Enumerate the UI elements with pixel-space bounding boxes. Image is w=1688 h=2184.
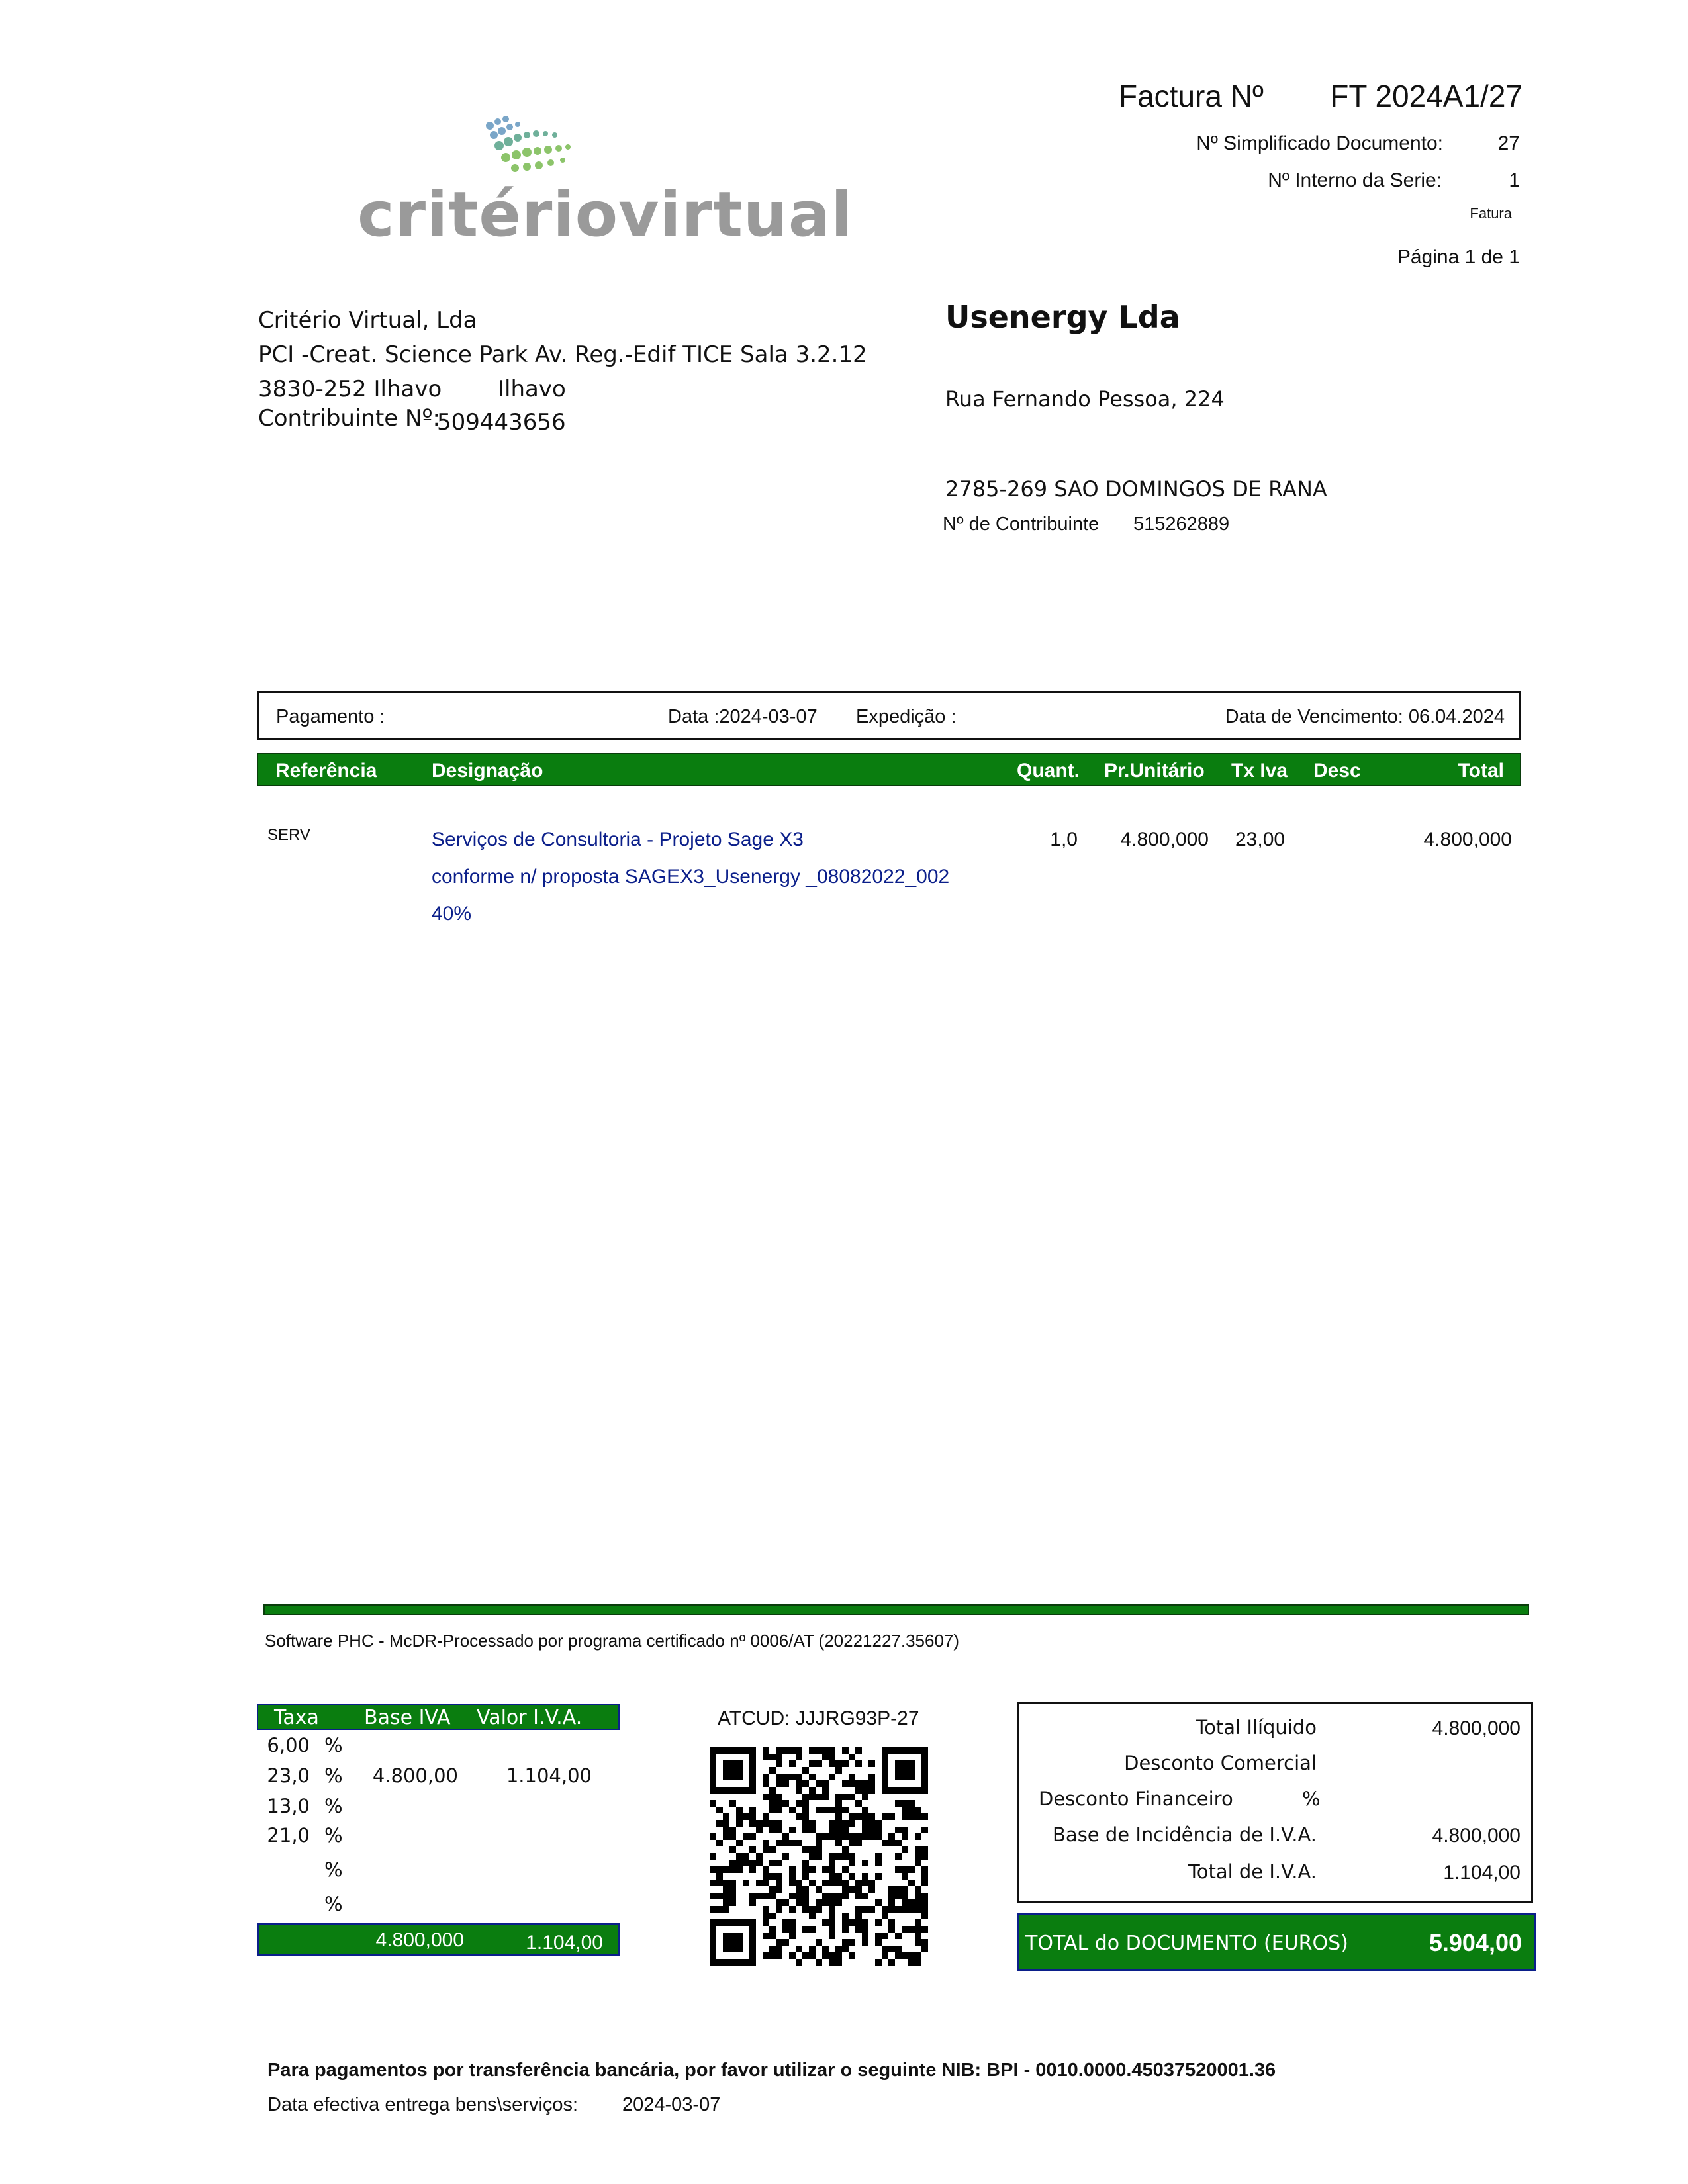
col-vat: Tx Iva (1231, 760, 1288, 782)
vat-base-value: 4.800,000 (1432, 1825, 1521, 1846)
seller-city: Ilhavo (498, 376, 566, 402)
vat-summary-header: Taxa Base IVA Valor I.V.A. (257, 1704, 620, 1730)
due-date: Data de Vencimento: 06.04.2024 (1225, 706, 1505, 727)
net-total-label: Total Ilíquido (1196, 1716, 1317, 1739)
col-total: Total (1458, 760, 1504, 782)
vat-rate: 13,0 (267, 1795, 310, 1817)
seller-nif: 509443656 (437, 409, 566, 435)
seller-name: Critério Virtual, Lda (258, 307, 477, 334)
item-description-line-1: Serviços de Consultoria - Projeto Sage X… (432, 829, 804, 850)
vat-row: 23,0 % 4.800,00 1.104,00 (257, 1762, 620, 1791)
customer-postal-city: 2785-269 SAO DOMINGOS DE RANA (945, 477, 1327, 502)
company-logo: critériovirtual (351, 106, 853, 251)
item-unit-price: 4.800,000 (1120, 829, 1209, 850)
info-bar: Pagamento : Data :2024-03-07 Expedição :… (257, 691, 1521, 740)
net-total-value: 4.800,000 (1432, 1717, 1521, 1739)
item-description-line-3: 40% (432, 903, 472, 925)
vat-col-base: Base IVA (364, 1706, 451, 1729)
col-description: Designação (432, 760, 543, 782)
document-total-bar: TOTAL do DOCUMENTO (EUROS) 5.904,00 (1017, 1913, 1536, 1971)
col-quantity: Quant. (1017, 760, 1080, 782)
vat-col-rate: Taxa (274, 1706, 319, 1729)
vat-row: % (257, 1856, 620, 1885)
customer-name: Usenergy Lda (945, 299, 1180, 335)
customer-address: Rua Fernando Pessoa, 224 (945, 387, 1225, 412)
items-table-header: Referência Designação Quant. Pr.Unitário… (257, 753, 1521, 786)
bank-transfer-note: Para pagamentos por transferência bancár… (267, 2060, 1276, 2081)
page-indicator: Página 1 de 1 (1397, 246, 1520, 268)
seller-address: PCI -Creat. Science Park Av. Reg.-Edif T… (258, 341, 867, 368)
internal-series-value: 1 (1509, 169, 1520, 191)
footer-divider-bar (263, 1604, 1529, 1615)
customer-nif: 515262889 (1133, 514, 1230, 535)
seller-nif-label: Contribuinte Nº: (258, 405, 440, 432)
vat-row: 6,00 % (257, 1731, 620, 1760)
simplified-doc-label: Nº Simplificado Documento: (1196, 132, 1443, 154)
commercial-discount-label: Desconto Comercial (1124, 1752, 1317, 1774)
table-row: SERV Serviços de Consultoria - Projeto S… (257, 821, 1521, 940)
seller-postal: 3830-252 Ilhavo (258, 376, 442, 402)
simplified-doc-value: 27 (1497, 132, 1520, 154)
document-total-value: 5.904,00 (1429, 1929, 1522, 1956)
invoice-date: Data :2024-03-07 (668, 706, 818, 727)
doc-type: Fatura (1470, 205, 1512, 222)
vat-rate: 21,0 (267, 1824, 310, 1846)
doc-number: FT 2024A1/27 (1330, 79, 1523, 113)
vat-rate: 6,00 (267, 1734, 310, 1756)
financial-discount-pct: % (1302, 1788, 1321, 1810)
document-total-label: TOTAL do DOCUMENTO (EUROS) (1025, 1932, 1348, 1955)
vat-base: 4.800,00 (372, 1764, 458, 1787)
totals-box: Total Ilíquido 4.800,000 Desconto Comerc… (1017, 1702, 1533, 1903)
vat-total-label: Total de I.V.A. (1188, 1860, 1317, 1883)
vat-value: 1.104,00 (506, 1764, 592, 1787)
vat-pct: % (324, 1858, 343, 1881)
delivery-date-value: 2024-03-07 (622, 2094, 721, 2115)
vat-rate: 23,0 (267, 1764, 310, 1787)
item-vat-rate: 23,00 (1235, 829, 1286, 850)
atcud-code: ATCUD: JJJRG93P-27 (718, 1707, 919, 1729)
customer-nif-label: Nº de Contribuinte (943, 514, 1100, 535)
vat-pct: % (324, 1734, 343, 1756)
vat-row: 13,0 % (257, 1792, 620, 1821)
vat-total-value: 1.104,00 (526, 1932, 603, 1954)
col-reference: Referência (275, 760, 377, 782)
vat-pct: % (324, 1824, 343, 1846)
col-discount: Desc (1313, 760, 1361, 782)
delivery-date-label: Data efectiva entrega bens\serviços: (267, 2094, 579, 2115)
vat-col-value: Valor I.V.A. (477, 1706, 583, 1729)
vat-total-base: 4.800,000 (375, 1929, 464, 1951)
item-description-line-2: conforme n/ proposta SAGEX3_Usenergy _08… (432, 866, 950, 887)
qr-code (710, 1747, 928, 1966)
payment-label: Pagamento : (276, 706, 385, 727)
logo-dots-graphic (486, 116, 571, 172)
vat-pct: % (324, 1893, 343, 1915)
internal-series-label: Nº Interno da Serie: (1268, 169, 1442, 191)
vat-summary-total: 4.800,000 1.104,00 (257, 1923, 620, 1956)
vat-pct: % (324, 1795, 343, 1817)
vat-total-value-box: 1.104,00 (1443, 1862, 1521, 1884)
financial-discount-label: Desconto Financeiro (1039, 1788, 1233, 1810)
col-unit-price: Pr.Unitário (1104, 760, 1205, 782)
software-certification-note: Software PHC - McDR-Processado por progr… (265, 1631, 960, 1651)
shipping-label: Expedição : (856, 706, 957, 727)
vat-pct: % (324, 1764, 343, 1787)
vat-row: 21,0 % (257, 1821, 620, 1850)
doc-label: Factura Nº (1119, 79, 1264, 113)
item-total: 4.800,000 (1423, 829, 1512, 850)
item-reference: SERV (267, 826, 310, 844)
item-quantity: 1,0 (1050, 829, 1078, 850)
vat-base-label: Base de Incidência de I.V.A. (1053, 1823, 1317, 1846)
vat-row: % (257, 1890, 620, 1919)
logo-wordmark: critériovirtual (357, 179, 853, 251)
